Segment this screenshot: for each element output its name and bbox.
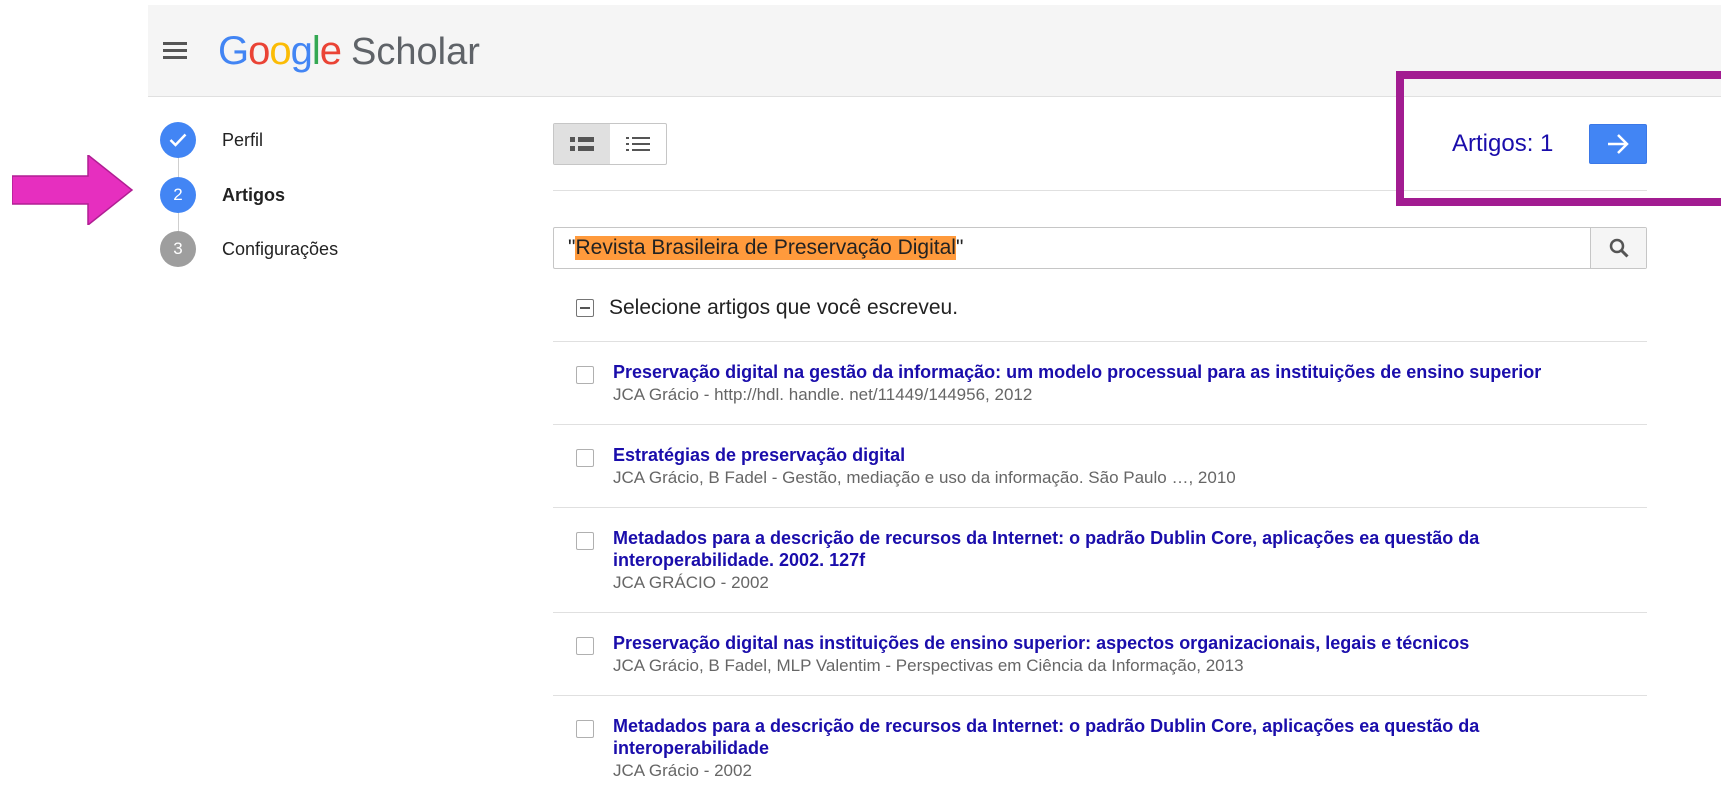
article-meta: JCA Grácio, B Fadel, MLP Valentim - Pers… <box>613 656 1244 675</box>
article-meta: JCA Grácio, B Fadel - Gestão, mediação e… <box>613 468 1236 487</box>
logo-letter: G <box>218 29 249 73</box>
check-icon <box>160 122 196 158</box>
article-search: " Revista Brasileira de Preservação Digit… <box>553 227 1647 269</box>
article-title-link[interactable]: Metadados para a descrição de recursos d… <box>613 715 1623 759</box>
step-perfil[interactable]: Perfil <box>160 122 263 158</box>
article-checkbox[interactable] <box>576 449 594 467</box>
article-checkbox[interactable] <box>576 532 594 550</box>
step-artigos[interactable]: 2 Artigos <box>160 177 285 213</box>
article-checkbox[interactable] <box>576 366 594 384</box>
list-item: Preservação digital na gestão da informa… <box>553 341 1647 424</box>
article-meta: JCA Grácio - 2002 <box>613 761 752 780</box>
article-title-link[interactable]: Metadados para a descrição de recursos d… <box>613 527 1623 571</box>
compact-list-view-icon[interactable] <box>610 124 666 164</box>
list-item: Preservação digital nas instituições de … <box>553 612 1647 695</box>
list-item: Metadados para a descrição de recursos d… <box>553 695 1647 800</box>
search-query-quote: " <box>955 236 964 259</box>
article-checkbox[interactable] <box>576 720 594 738</box>
search-input[interactable]: " Revista Brasileira de Preservação Digit… <box>554 228 1590 268</box>
annotation-arrow-icon <box>12 155 134 225</box>
list-item: Metadados para a descrição de recursos d… <box>553 507 1647 612</box>
step-number: 2 <box>160 177 196 213</box>
step-label: Perfil <box>222 129 264 150</box>
article-list: Preservação digital na gestão da informa… <box>553 341 1647 800</box>
step-configuracoes[interactable]: 3 Configurações <box>160 231 338 267</box>
article-meta: JCA Grácio - http://hdl. handle. net/114… <box>613 385 1033 404</box>
search-icon <box>1609 238 1629 258</box>
article-title-link[interactable]: Estratégias de preservação digital <box>613 444 1623 466</box>
step-label: Artigos <box>222 184 285 205</box>
step-number: 3 <box>160 231 196 267</box>
article-title-link[interactable]: Preservação digital nas instituições de … <box>613 632 1623 654</box>
logo-letter: o <box>269 29 291 73</box>
view-toggle <box>553 123 667 165</box>
detailed-view-icon[interactable] <box>554 124 610 164</box>
article-checkbox[interactable] <box>576 637 594 655</box>
select-all-row: Selecione artigos que você escreveu. <box>576 296 958 320</box>
google-scholar-logo[interactable]: Google Scholar <box>218 27 480 76</box>
list-item: Estratégias de preservação digital JCA G… <box>553 424 1647 507</box>
logo-letter: l <box>311 29 321 73</box>
annotation-highlight-box <box>1396 71 1721 206</box>
select-all-checkbox[interactable] <box>576 299 594 317</box>
logo-letter: g <box>290 29 313 73</box>
search-query-highlight: Revista Brasileira de Preservação Digita… <box>575 236 956 260</box>
article-title-link[interactable]: Preservação digital na gestão da informa… <box>613 361 1623 383</box>
article-meta: JCA GRÁCIO - 2002 <box>613 573 769 592</box>
step-label: Configurações <box>222 238 339 259</box>
select-all-label: Selecione artigos que você escreveu. <box>609 296 959 319</box>
hamburger-menu-icon[interactable] <box>163 39 189 63</box>
logo-letter: o <box>248 29 270 73</box>
search-button[interactable] <box>1590 228 1646 268</box>
logo-letter: e <box>319 29 342 73</box>
logo-product-name: Scholar <box>351 31 480 73</box>
search-query-quote: " <box>568 236 576 259</box>
